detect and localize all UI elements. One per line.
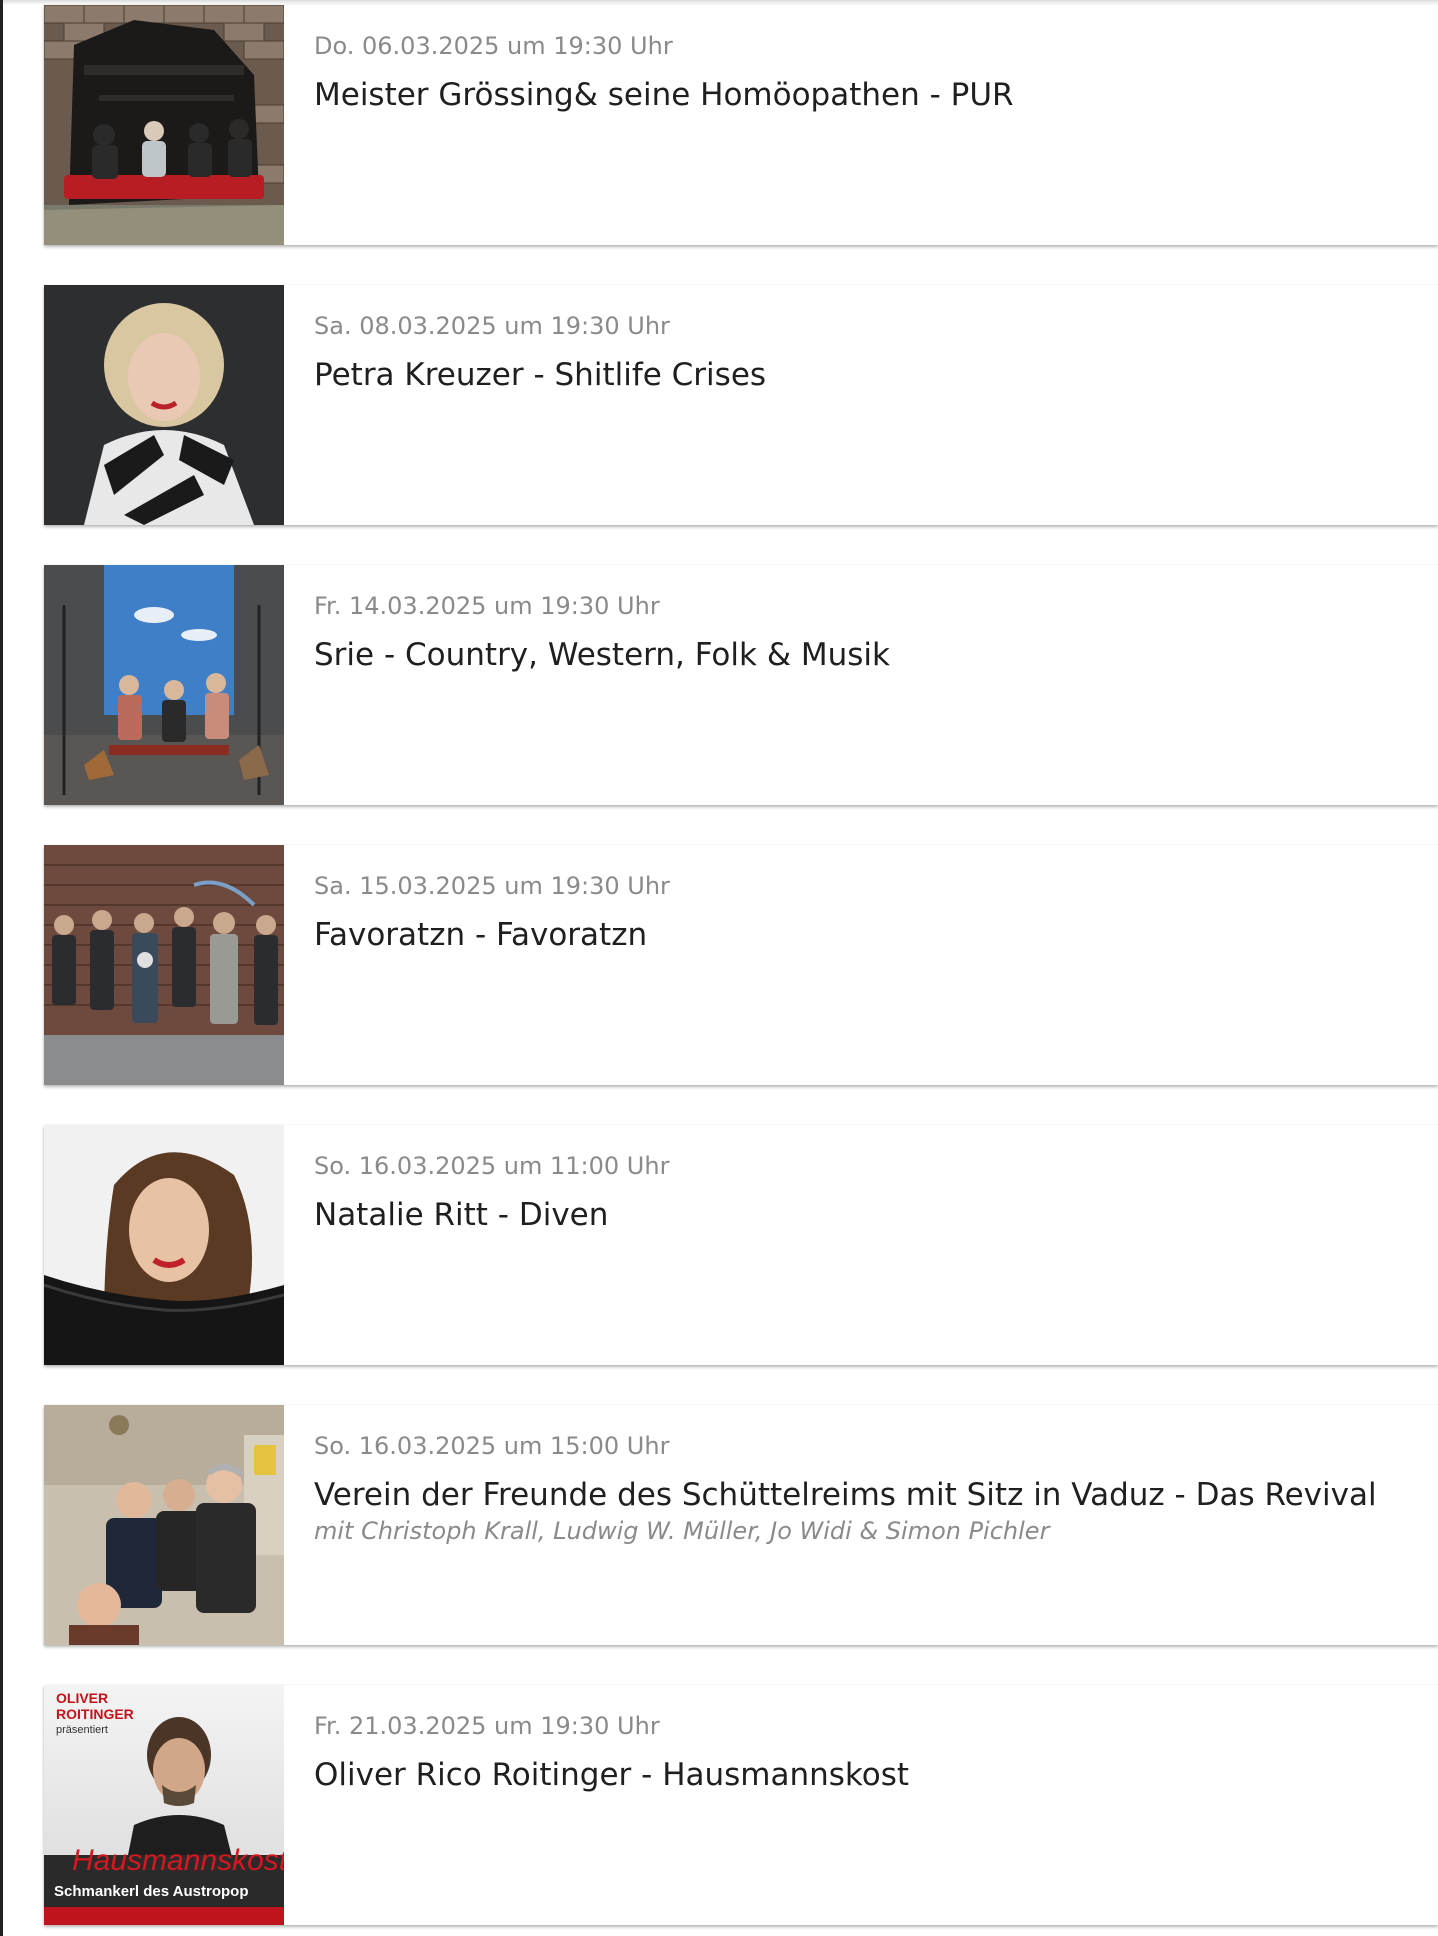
event-title[interactable]: Verein der Freunde des Schüttelreims mit… — [314, 1475, 1377, 1515]
portrait-photo-icon — [44, 1125, 284, 1365]
event-date: Fr. 21.03.2025 um 19:30 Uhr — [314, 1712, 660, 1740]
event-list-page: Do. 06.03.2025 um 19:30 Uhr Meister Grös… — [0, 0, 1438, 1936]
portrait-photo-icon — [44, 285, 284, 525]
event-image-hausmannskost-poster[interactable]: OLIVER ROITINGER präsentiert Hausmannsko… — [44, 1685, 284, 1925]
event-card[interactable]: So. 16.03.2025 um 15:00 Uhr Verein der F… — [44, 1405, 1438, 1645]
event-image-trio-sky-backdrop[interactable] — [44, 565, 284, 805]
event-title[interactable]: Petra Kreuzer - Shitlife Crises — [314, 355, 766, 395]
poster-script-title: Hausmannskost — [72, 1844, 284, 1877]
event-subtitle: mit Christoph Krall, Ludwig W. Müller, J… — [314, 1517, 1050, 1545]
event-title[interactable]: Favoratzn - Favoratzn — [314, 915, 670, 955]
event-info: So. 16.03.2025 um 11:00 Uhr Natalie Ritt… — [284, 1125, 699, 1365]
group-photo-icon — [44, 1405, 284, 1645]
band-photo-icon — [44, 845, 284, 1085]
event-image-singer-portrait[interactable] — [44, 1125, 284, 1365]
event-image-group-comedy[interactable] — [44, 1405, 284, 1645]
event-date: Fr. 14.03.2025 um 19:30 Uhr — [314, 592, 660, 620]
event-title[interactable]: Srie - Country, Western, Folk & Musik — [314, 635, 890, 675]
event-date: Sa. 08.03.2025 um 19:30 Uhr — [314, 312, 670, 340]
event-info: Sa. 08.03.2025 um 19:30 Uhr Petra Kreuze… — [284, 285, 796, 525]
event-image-woman-portrait[interactable] — [44, 285, 284, 525]
poster-presents: präsentiert — [56, 1724, 108, 1736]
event-card[interactable]: So. 16.03.2025 um 11:00 Uhr Natalie Ritt… — [44, 1125, 1438, 1365]
event-title[interactable]: Natalie Ritt - Diven — [314, 1195, 669, 1235]
poster-name-line1: OLIVER — [56, 1690, 108, 1706]
event-image-band-broken-wall[interactable] — [44, 5, 284, 245]
event-info: Fr. 21.03.2025 um 19:30 Uhr Oliver Rico … — [284, 1685, 939, 1925]
event-card[interactable]: Sa. 15.03.2025 um 19:30 Uhr Favoratzn - … — [44, 845, 1438, 1085]
poster-name-line2: ROITINGER — [56, 1706, 134, 1722]
band-photo-icon — [44, 5, 284, 245]
event-card[interactable]: Sa. 08.03.2025 um 19:30 Uhr Petra Kreuze… — [44, 285, 1438, 525]
event-image-band-brick-wall[interactable] — [44, 845, 284, 1085]
event-info: Sa. 15.03.2025 um 19:30 Uhr Favoratzn - … — [284, 845, 700, 1085]
event-card[interactable]: Fr. 14.03.2025 um 19:30 Uhr Srie - Count… — [44, 565, 1438, 805]
event-card[interactable]: Do. 06.03.2025 um 19:30 Uhr Meister Grös… — [44, 5, 1438, 245]
event-date: Sa. 15.03.2025 um 19:30 Uhr — [314, 872, 670, 900]
event-date: So. 16.03.2025 um 15:00 Uhr — [314, 1432, 670, 1460]
event-list: Do. 06.03.2025 um 19:30 Uhr Meister Grös… — [44, 5, 1438, 1936]
event-date: So. 16.03.2025 um 11:00 Uhr — [314, 1152, 670, 1180]
event-info: Do. 06.03.2025 um 19:30 Uhr Meister Grös… — [284, 5, 1044, 245]
event-info: Fr. 14.03.2025 um 19:30 Uhr Srie - Count… — [284, 565, 920, 805]
event-info: So. 16.03.2025 um 15:00 Uhr Verein der F… — [284, 1405, 1407, 1645]
event-title[interactable]: Meister Grössing& seine Homöopathen - PU… — [314, 75, 1014, 115]
event-title[interactable]: Oliver Rico Roitinger - Hausmannskost — [314, 1755, 909, 1795]
poster-banner: Schmankerl des Austropop — [54, 1883, 249, 1900]
event-card[interactable]: OLIVER ROITINGER präsentiert Hausmannsko… — [44, 1685, 1438, 1925]
left-border — [0, 0, 3, 1936]
poster-icon: OLIVER ROITINGER präsentiert Hausmannsko… — [44, 1685, 284, 1925]
event-date: Do. 06.03.2025 um 19:30 Uhr — [314, 32, 673, 60]
trio-photo-icon — [44, 565, 284, 805]
